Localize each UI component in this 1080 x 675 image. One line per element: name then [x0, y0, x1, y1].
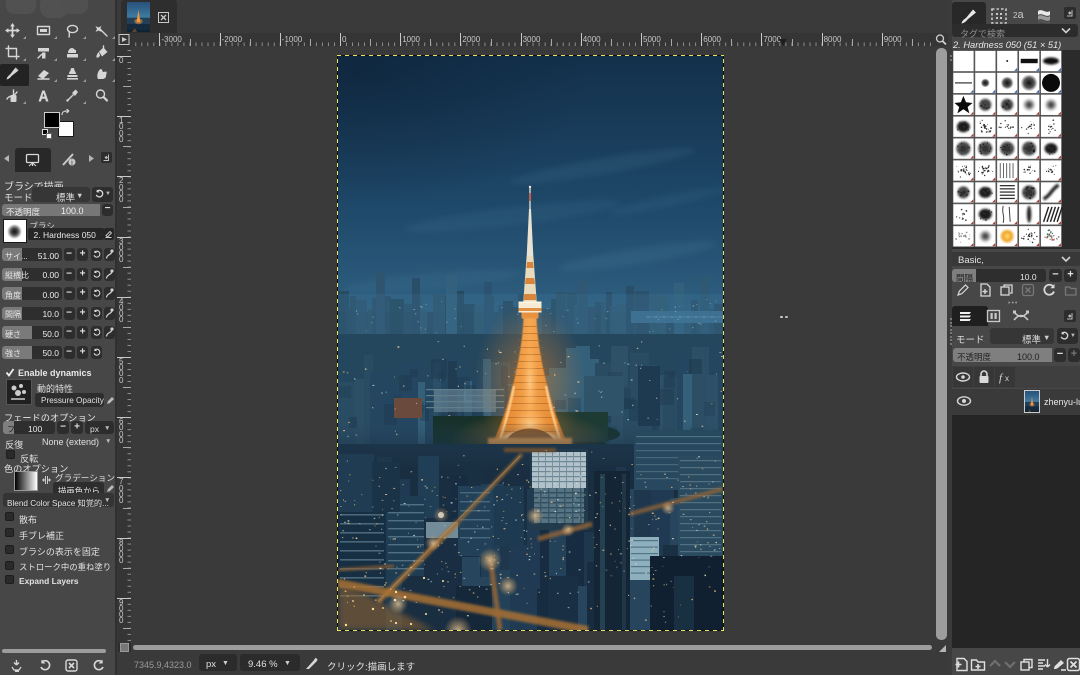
svg-text:i: i [71, 159, 73, 167]
svg-text:f: f [999, 372, 1004, 384]
svg-text:x: x [1005, 374, 1009, 383]
